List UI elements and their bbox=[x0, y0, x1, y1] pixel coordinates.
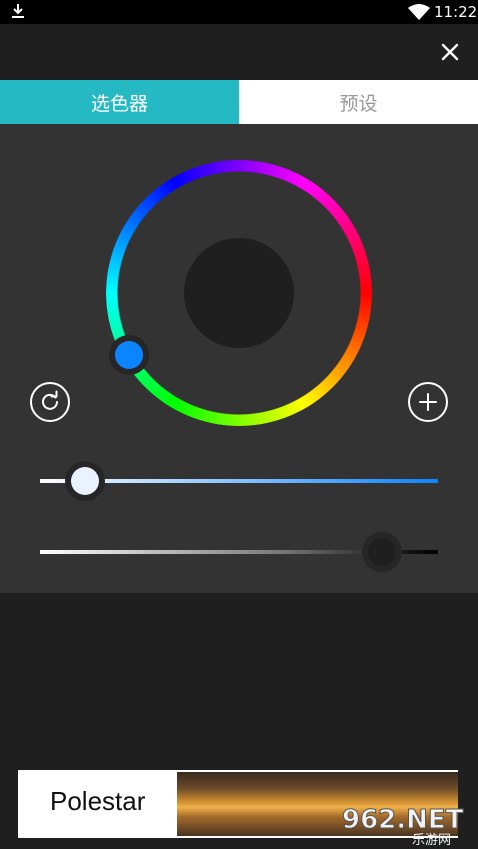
download-icon bbox=[12, 4, 24, 18]
close-button[interactable] bbox=[436, 38, 464, 66]
hue-handle[interactable] bbox=[109, 335, 149, 375]
svg-text:962.NET: 962.NET bbox=[342, 805, 464, 835]
status-bar: 11:22 bbox=[0, 0, 478, 24]
close-icon bbox=[441, 43, 459, 61]
wifi-icon bbox=[408, 4, 430, 20]
reset-button[interactable] bbox=[30, 382, 70, 422]
tab-bar: 选色器 预设 bbox=[0, 80, 478, 124]
hue-handle-dot bbox=[115, 341, 143, 369]
add-color-button[interactable] bbox=[408, 382, 448, 422]
toolbar bbox=[0, 24, 478, 80]
saturation-thumb[interactable] bbox=[65, 461, 106, 501]
brightness-slider[interactable] bbox=[40, 532, 438, 572]
plus-icon bbox=[419, 393, 437, 411]
color-picker-panel bbox=[0, 124, 478, 593]
tab-color-picker[interactable]: 选色器 bbox=[0, 80, 239, 124]
site-watermark-logo: 962.NET 乐游网 bbox=[342, 805, 465, 847]
brightness-thumb[interactable] bbox=[362, 532, 403, 572]
tab-presets[interactable]: 预设 bbox=[239, 80, 478, 124]
ad-brand-text: Polestar bbox=[50, 786, 146, 816]
refresh-icon bbox=[42, 390, 58, 410]
status-time: 11:22 bbox=[434, 3, 478, 21]
color-wheel[interactable] bbox=[100, 154, 378, 432]
svg-text:乐游网: 乐游网 bbox=[412, 833, 451, 846]
color-preview-swatch bbox=[184, 238, 294, 348]
saturation-slider[interactable] bbox=[40, 461, 438, 501]
